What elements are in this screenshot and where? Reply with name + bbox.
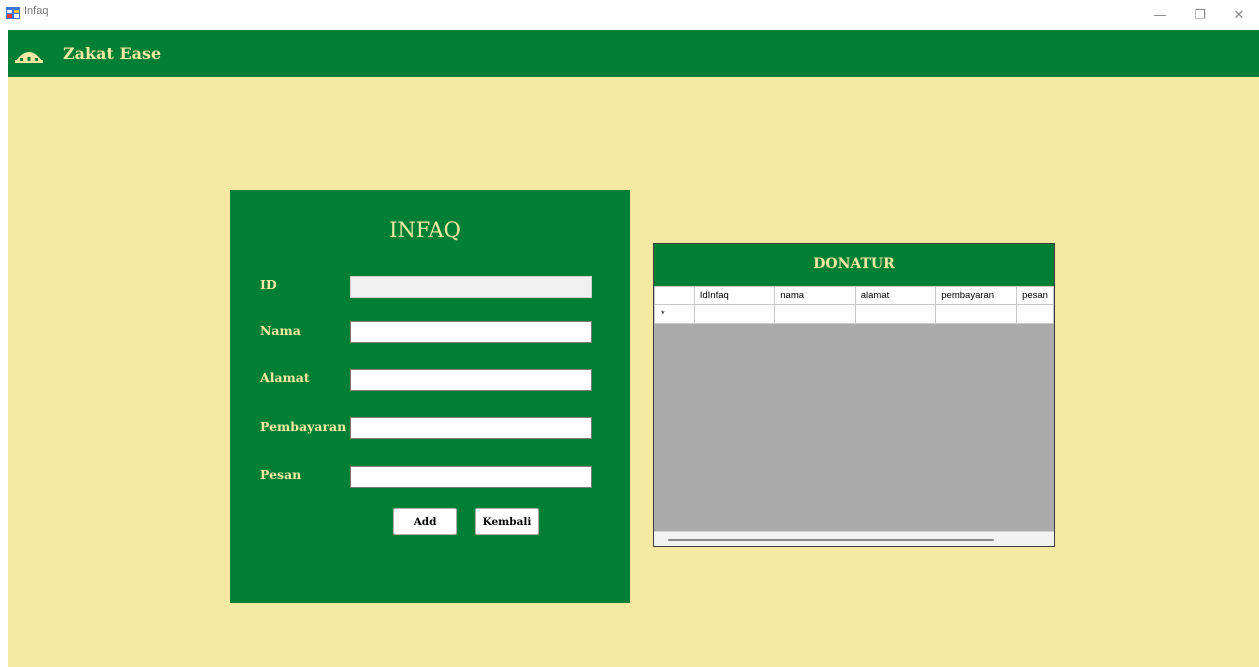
alamat-field[interactable] bbox=[350, 369, 592, 391]
alamat-label: Alamat bbox=[260, 370, 310, 385]
form-title: INFAQ bbox=[389, 218, 461, 242]
new-row-cell-pembayaran[interactable] bbox=[935, 304, 1018, 324]
app-client-area: Zakat Ease INFAQ ID Nama Alamat Pembayar… bbox=[8, 30, 1259, 667]
column-header-nama[interactable]: nama bbox=[774, 286, 856, 305]
grid-header: DONATUR bbox=[654, 244, 1054, 286]
donatur-data-grid[interactable]: IdInfaq nama alamat pembayaran pesan * bbox=[654, 286, 1054, 324]
id-label: ID bbox=[260, 277, 277, 292]
new-row-cell-alamat[interactable] bbox=[854, 304, 937, 324]
maximize-icon: ❐ bbox=[1194, 7, 1206, 23]
window-titlebar: Infaq — ❐ ✕ bbox=[0, 0, 1259, 30]
window-title: Infaq bbox=[24, 5, 49, 17]
app-brand-title: Zakat Ease bbox=[63, 44, 162, 63]
kembali-button[interactable]: Kembali bbox=[475, 508, 539, 535]
nama-field[interactable] bbox=[350, 321, 592, 343]
grid-corner-header bbox=[654, 286, 695, 305]
scrollbar-thumb[interactable] bbox=[668, 539, 994, 541]
column-header-idinfaq[interactable]: IdInfaq bbox=[693, 286, 776, 305]
id-field[interactable] bbox=[350, 276, 592, 298]
column-header-pesan[interactable]: pesan bbox=[1016, 286, 1054, 305]
pembayaran-label: Pembayaran bbox=[260, 419, 347, 434]
add-button[interactable]: Add bbox=[393, 508, 457, 535]
column-header-pembayaran[interactable]: pembayaran bbox=[935, 286, 1018, 305]
new-row-marker: * bbox=[654, 304, 695, 324]
pesan-label: Pesan bbox=[260, 467, 302, 482]
app-window-icon bbox=[6, 7, 20, 19]
app-header: Zakat Ease bbox=[8, 30, 1259, 77]
pesan-field[interactable] bbox=[350, 466, 592, 488]
grid-horizontal-scrollbar[interactable] bbox=[654, 531, 1054, 546]
donatur-grid-panel: DONATUR IdInfaq nama alamat pembayaran p… bbox=[653, 243, 1055, 547]
minimize-icon: — bbox=[1153, 7, 1167, 23]
grid-column-header-row: IdInfaq nama alamat pembayaran pesan bbox=[654, 286, 1054, 305]
pembayaran-field[interactable] bbox=[350, 417, 592, 439]
new-row-cell-nama[interactable] bbox=[774, 304, 856, 324]
minimize-button[interactable]: — bbox=[1140, 0, 1180, 30]
close-button[interactable]: ✕ bbox=[1219, 0, 1259, 30]
grid-new-row[interactable]: * bbox=[654, 304, 1054, 324]
grid-title: DONATUR bbox=[813, 256, 895, 272]
close-icon: ✕ bbox=[1233, 7, 1245, 23]
column-header-alamat[interactable]: alamat bbox=[854, 286, 937, 305]
infaq-form-panel: INFAQ ID Nama Alamat Pembayaran Pesan Ad… bbox=[230, 190, 630, 603]
nama-label: Nama bbox=[260, 323, 301, 338]
new-row-cell-idinfaq[interactable] bbox=[693, 304, 776, 324]
maximize-button[interactable]: ❐ bbox=[1180, 0, 1220, 30]
new-row-cell-pesan[interactable] bbox=[1016, 304, 1054, 324]
mosque-dome-icon bbox=[15, 52, 43, 63]
